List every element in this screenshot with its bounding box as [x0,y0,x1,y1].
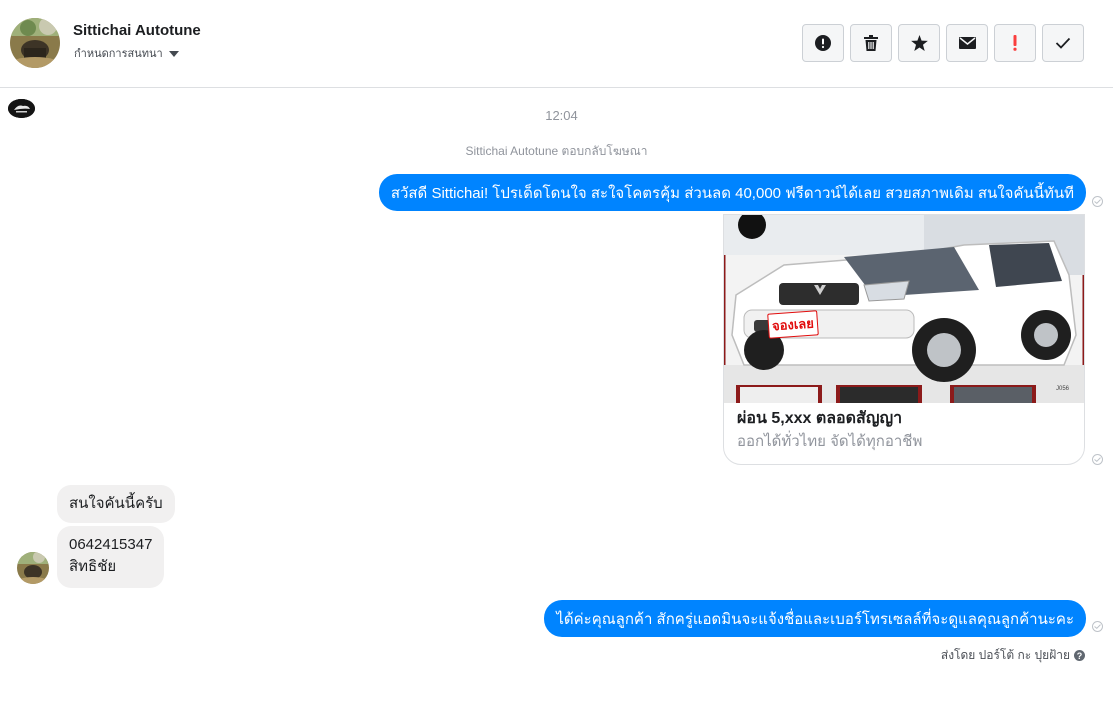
mark-done-button[interactable] [1042,24,1084,62]
mark-unread-button[interactable] [946,24,988,62]
star-button[interactable] [898,24,940,62]
exclamation-red-icon [1013,35,1017,51]
outgoing-message[interactable]: สวัสดี Sittichai! โปรเด็ดโดนใจ สะใจโคตรค… [378,174,1086,211]
assign-label: กำหนดการสนทนา [74,48,163,60]
conversation-header: Sittichai Autotune กำหนดการสนทนา [0,0,1113,88]
incoming-message[interactable]: สนใจคันนี้ครับ [57,485,175,523]
outgoing-message[interactable]: ได้ค่ะคุณลูกค้า สักครู่แอดมินจะแจ้งชื่อแ… [544,600,1086,637]
help-question-icon[interactable]: ? [1074,650,1085,661]
message-text-line2: สิทธิชัย [69,558,117,575]
message-text: สวัสดี Sittichai! โปรเด็ดโดนใจ สะใจโคตรค… [390,184,1074,202]
report-spam-button[interactable] [802,24,844,62]
message-text: ได้ค่ะคุณลูกค้า สักครู่แอดมินจะแจ้งชื่อแ… [556,610,1074,628]
checkmark-icon [1055,37,1071,49]
image-badge: จองเลย [767,310,819,339]
delivered-check-icon [1092,454,1103,465]
trash-icon [864,35,878,51]
contact-avatar-small[interactable] [17,552,49,584]
ad-card-message[interactable]: จองเลย J056 ผ่อน 5,xxx ตลอดสัญญา ออกได้ท… [723,214,1085,465]
assign-conversation-dropdown[interactable]: กำหนดการสนทนา [74,44,179,62]
message-text-line1: 0642415347 [69,536,153,553]
car-image: จองเลย J056 [724,215,1084,405]
delivered-check-icon [1092,196,1103,207]
conversation-toolbar [802,24,1084,62]
delivered-check-icon [1092,621,1103,632]
message-timestamp: 12:04 [545,108,578,123]
contact-avatar[interactable] [10,18,60,68]
sent-by-text: ส่งโดย ปอร์โต้ กะ ปุยฝ้าย [940,648,1070,662]
card-subtitle: ออกได้ทั่วไทย จัดได้ทุกอาชีพ [737,433,923,450]
delete-button[interactable] [850,24,892,62]
image-watermark: J056 [1056,386,1070,392]
follow-up-button[interactable] [994,24,1036,62]
contact-name[interactable]: Sittichai Autotune [73,22,201,39]
ad-reply-note: Sittichai Autotune ตอบกลับโฆษณา [465,144,648,158]
exclamation-circle-icon [815,35,831,51]
incoming-message[interactable]: 0642415347 สิทธิชัย [57,526,165,588]
sent-by-note: ส่งโดย ปอร์โต้ กะ ปุยฝ้าย ? [941,646,1085,665]
caret-down-icon [168,50,179,57]
star-icon [910,35,928,51]
message-text: สนใจคันนี้ครับ [69,495,163,512]
card-title: ผ่อน 5,xxx ตลอดสัญญา [737,410,903,427]
envelope-icon [958,37,976,49]
